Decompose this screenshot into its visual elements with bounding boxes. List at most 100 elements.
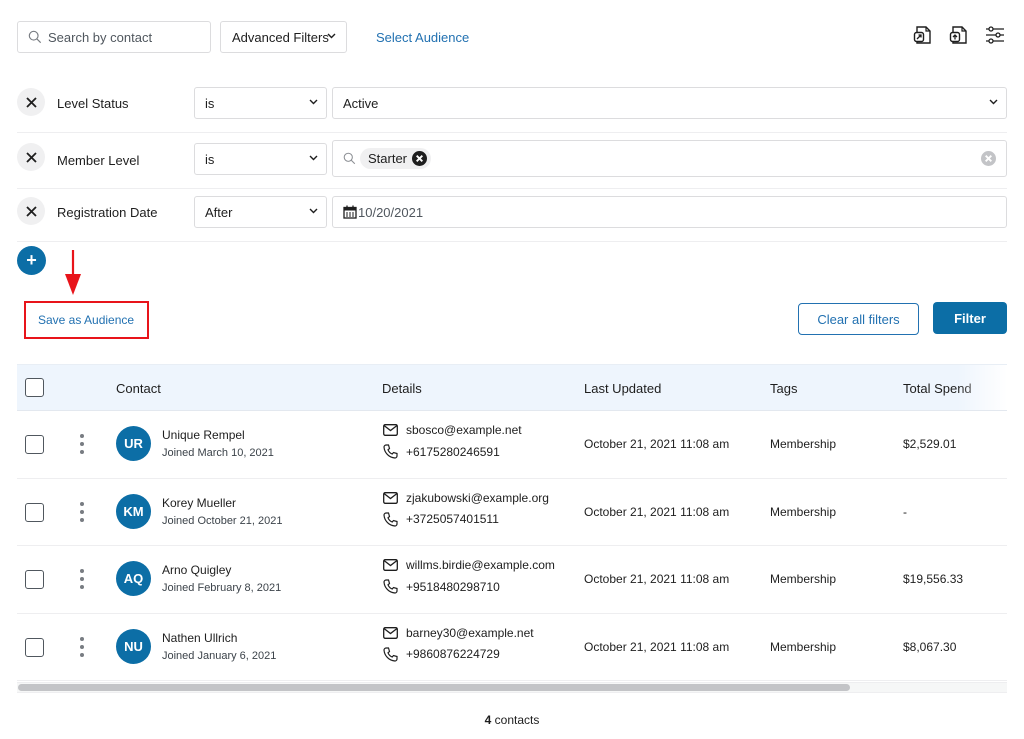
- chevron-down-icon: [989, 99, 998, 105]
- row-actions-menu-icon[interactable]: [79, 501, 85, 522]
- email-text: zjakubowski@example.org: [406, 490, 549, 505]
- row-actions-menu-icon[interactable]: [79, 569, 85, 589]
- tags: Membership: [770, 504, 837, 519]
- contacts-table: Contact Details Last Updated Tags Total …: [17, 364, 1007, 681]
- contact-name[interactable]: Unique Rempel: [162, 428, 245, 442]
- search-icon: [343, 152, 356, 165]
- search-box[interactable]: [17, 21, 211, 53]
- phone-text: +9518480298710: [406, 579, 500, 594]
- filter-operator-value: After: [205, 204, 233, 220]
- contact-joined-date: Joined March 10, 2021: [162, 447, 274, 459]
- filter-button[interactable]: Filter: [933, 302, 1007, 334]
- phone-text: +6175280246591: [406, 444, 500, 459]
- email-text: sbosco@example.net: [406, 423, 522, 437]
- column-header-details[interactable]: Details: [382, 381, 422, 396]
- filter-value-select[interactable]: Active: [332, 87, 1007, 119]
- clear-all-filters-button[interactable]: Clear all filters: [798, 303, 919, 335]
- contact-phone: +3725057401511: [383, 511, 499, 527]
- row-actions-menu-icon[interactable]: [79, 636, 85, 657]
- last-updated: October 21, 2021 11:08 am: [584, 572, 730, 586]
- table-row[interactable]: AQ Arno Quigley Joined February 8, 2021 …: [17, 546, 1007, 614]
- table-row[interactable]: UR Unique Rempel Joined March 10, 2021 s…: [17, 411, 1007, 479]
- remove-tag-icon[interactable]: [412, 151, 428, 166]
- contact-phone: +9518480298710: [383, 579, 500, 594]
- avatar: NU: [116, 628, 151, 664]
- mail-icon: [383, 626, 398, 639]
- settings-sliders-icon[interactable]: [983, 23, 1007, 47]
- add-filter-button[interactable]: +: [17, 246, 46, 275]
- column-header-contact[interactable]: Contact: [116, 381, 161, 396]
- tag-chip-label: Starter: [368, 151, 408, 166]
- toolbar-icons: [911, 23, 1007, 47]
- row-checkbox[interactable]: [25, 637, 44, 657]
- row-checkbox[interactable]: [25, 435, 44, 454]
- row-checkbox[interactable]: [25, 502, 44, 522]
- column-header-total-spend[interactable]: Total Spend: [903, 381, 972, 396]
- table-row[interactable]: KM Korey Mueller Joined October 21, 2021…: [17, 479, 1007, 546]
- phone-text: +9860876224729: [406, 647, 500, 661]
- table-header: Contact Details Last Updated Tags Total …: [17, 364, 1007, 411]
- phone-icon: [383, 579, 398, 594]
- mail-icon: [383, 491, 398, 504]
- remove-filter-button[interactable]: [17, 143, 45, 171]
- remove-filter-button[interactable]: [17, 88, 45, 116]
- advanced-filters-dropdown[interactable]: Advanced Filters: [220, 21, 347, 53]
- filter-field-label: Level Status: [57, 96, 129, 111]
- filter-operator-value: is: [205, 95, 215, 111]
- last-updated: October 21, 2021 11:08 am: [584, 504, 730, 519]
- row-actions-menu-icon[interactable]: [79, 434, 85, 454]
- total-spend: $8,067.30: [903, 639, 957, 654]
- contact-joined-date: Joined October 21, 2021: [162, 514, 283, 527]
- filter-date-value: 10/20/2021: [358, 204, 424, 220]
- filter-operator-select[interactable]: After: [194, 196, 327, 228]
- filter-value: Active: [343, 95, 379, 111]
- remove-filter-button[interactable]: [17, 197, 45, 225]
- filter-row-member-level: Member Level is Starter: [17, 133, 1007, 189]
- filter-row-registration-date: Registration Date After 10/20/2021: [17, 189, 1007, 242]
- phone-icon: [383, 444, 398, 459]
- export-icon[interactable]: [911, 23, 935, 47]
- filter-date-input[interactable]: 10/20/2021: [332, 196, 1007, 228]
- select-audience-link[interactable]: Select Audience: [376, 30, 469, 45]
- contact-email: sbosco@example.net: [383, 423, 522, 437]
- column-header-tags[interactable]: Tags: [770, 381, 797, 396]
- filter-row-level-status: Level Status is Active: [17, 80, 1007, 133]
- chevron-down-icon: [327, 33, 336, 39]
- row-checkbox[interactable]: [25, 570, 44, 589]
- filter-value-tags-input[interactable]: Starter: [332, 140, 1007, 177]
- scrollbar-thumb[interactable]: [18, 684, 850, 691]
- total-spend: -: [903, 504, 907, 519]
- phone-icon: [383, 511, 398, 527]
- filter-operator-value: is: [205, 151, 215, 167]
- total-spend: $19,556.33: [903, 572, 964, 586]
- contact-name[interactable]: Nathen Ullrich: [162, 631, 237, 645]
- select-all-checkbox[interactable]: [25, 378, 44, 397]
- clear-input-icon[interactable]: [981, 151, 996, 166]
- contact-email: zjakubowski@example.org: [383, 491, 549, 505]
- column-header-last-updated[interactable]: Last Updated: [584, 381, 661, 396]
- chevron-down-icon: [309, 99, 318, 105]
- contact-email: barney30@example.net: [383, 626, 534, 640]
- contact-email: willms.birdie@example.com: [383, 558, 555, 572]
- close-icon: [25, 96, 37, 108]
- phone-icon: [383, 646, 398, 662]
- filter-operator-select[interactable]: is: [194, 143, 327, 175]
- import-icon[interactable]: [947, 23, 971, 47]
- last-updated: October 21, 2021 11:08 am: [584, 437, 730, 451]
- tags: Membership: [770, 572, 837, 586]
- contacts-count-label: contacts: [491, 713, 540, 727]
- filter-operator-select[interactable]: is: [194, 87, 327, 119]
- avatar: AQ: [116, 561, 151, 596]
- table-row[interactable]: NU Nathen Ullrich Joined January 6, 2021…: [17, 614, 1007, 681]
- close-icon: [25, 151, 37, 163]
- total-spend: $2,529.01: [903, 437, 957, 451]
- contact-joined-date: Joined January 6, 2021: [162, 649, 277, 662]
- tags: Membership: [770, 437, 837, 451]
- contact-name[interactable]: Arno Quigley: [162, 563, 231, 577]
- avatar: KM: [116, 493, 151, 529]
- save-as-audience-link[interactable]: Save as Audience: [38, 313, 134, 327]
- search-input[interactable]: [48, 29, 198, 45]
- horizontal-scrollbar[interactable]: [17, 682, 1007, 693]
- contact-name[interactable]: Korey Mueller: [162, 496, 236, 510]
- mail-icon: [383, 424, 398, 436]
